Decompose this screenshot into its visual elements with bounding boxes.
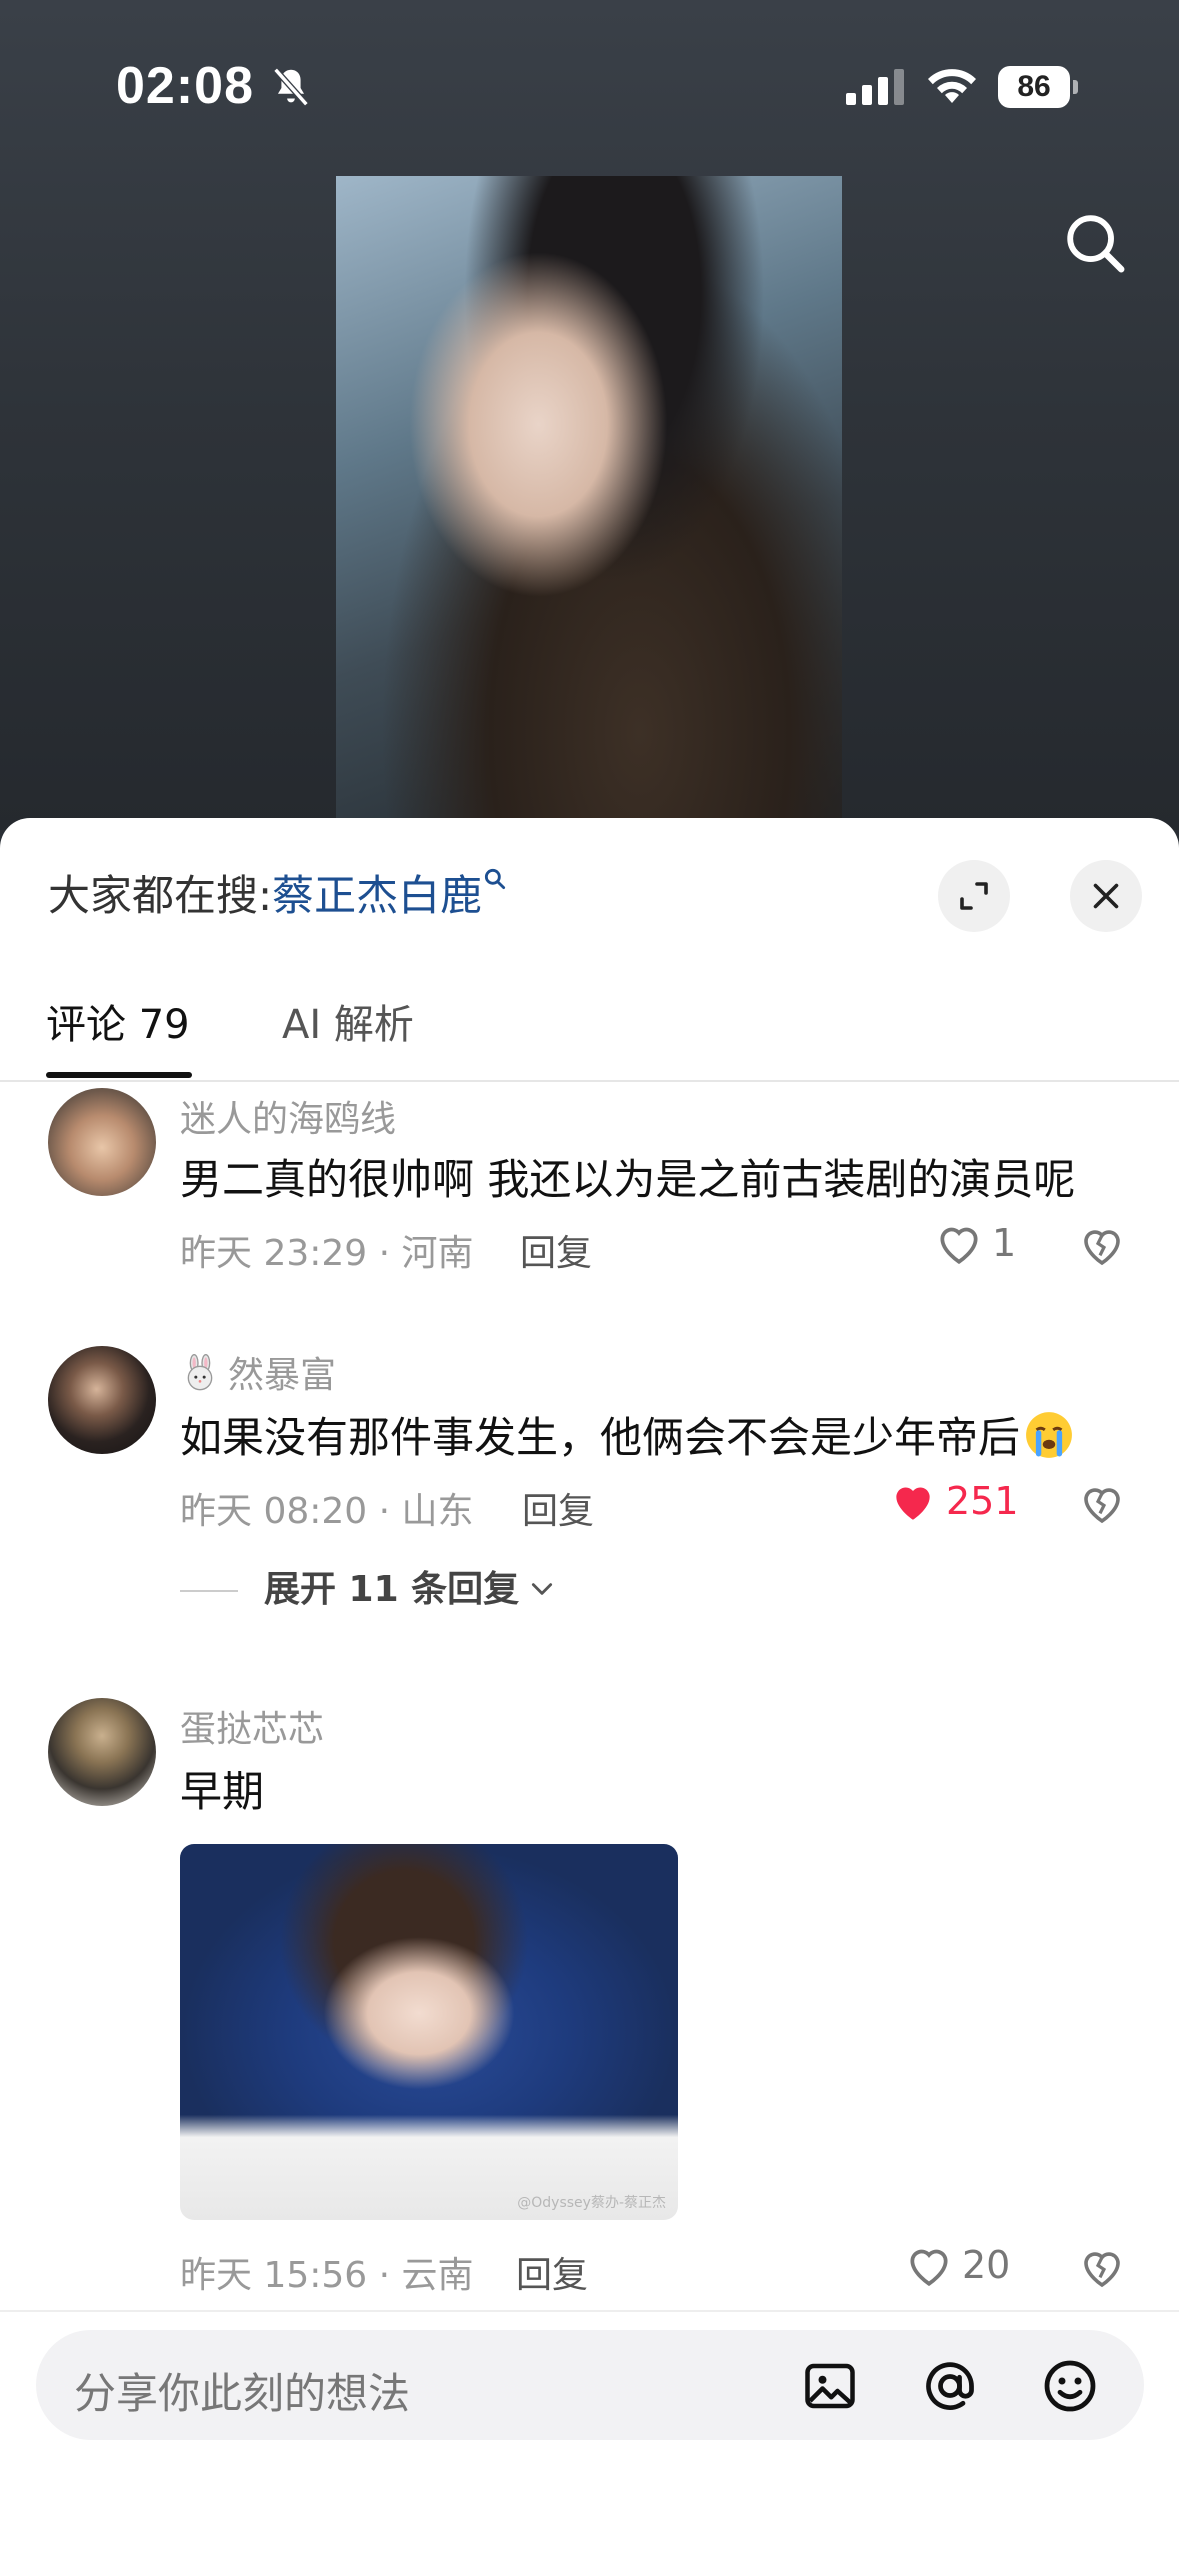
like-button[interactable]: 20 — [904, 2242, 1010, 2288]
rabbit-emoji-icon — [187, 1354, 213, 1391]
tab-ai-analysis[interactable]: AI 解析 — [282, 992, 414, 1050]
tab-bar: 评论 79 AI 解析 — [0, 968, 1179, 1082]
comment-meta: 昨天 23:29 · 河南 — [180, 1233, 474, 1274]
reply-button[interactable]: 回复 — [520, 1224, 592, 1276]
silent-bell-icon — [273, 67, 309, 107]
heart-outline-icon — [910, 2249, 948, 2286]
tab-comments[interactable]: 评论 79 — [46, 992, 190, 1050]
hot-search-term[interactable]: 蔡正杰白鹿 — [272, 871, 482, 920]
comment-username[interactable]: 迷人的海鸥线 — [180, 1090, 396, 1142]
comment-input-placeholder: 分享你此刻的想法 — [74, 2369, 411, 2418]
reply-button[interactable]: 回复 — [522, 1482, 594, 1534]
reply-button[interactable]: 回复 — [516, 2246, 588, 2298]
comment-input-bar: 分享你此刻的想法 — [0, 2310, 1179, 2556]
video-area[interactable]: 02:08 86 — [0, 0, 1179, 830]
comment-input[interactable]: 分享你此刻的想法 — [36, 2330, 1144, 2440]
at-mention-icon[interactable] — [920, 2356, 980, 2416]
battery-level: 86 — [1017, 70, 1051, 103]
like-count: 20 — [962, 2243, 1011, 2287]
comment-text: 男二真的很帅啊 我还以为是之前古装剧的演员呢 — [180, 1155, 1076, 1204]
status-bar: 02:08 86 — [0, 0, 1179, 170]
emoji-icon[interactable] — [1040, 2356, 1100, 2416]
comment-username[interactable]: 蛋挞芯芯 — [180, 1700, 324, 1752]
video-frame[interactable] — [336, 176, 842, 830]
like-button[interactable]: 1 — [934, 1220, 1016, 1266]
divider-line — [180, 1590, 238, 1592]
avatar[interactable] — [48, 1346, 156, 1454]
heart-filled-icon — [896, 1487, 930, 1520]
like-button[interactable]: 251 — [888, 1478, 1019, 1524]
image-icon[interactable] — [800, 2356, 860, 2416]
expand-replies-button[interactable]: 展开 11 条回复 — [180, 1560, 555, 1612]
heart-outline-icon — [940, 1227, 978, 1264]
avatar[interactable] — [48, 1698, 156, 1806]
crying-emoji-icon — [1026, 1412, 1072, 1458]
comment-sheet: 大家都在搜:蔡正杰白鹿 评论 79 AI 解析 迷人的海鸥线 男二真的很帅啊 我… — [0, 818, 1179, 2556]
search-icon[interactable] — [1060, 208, 1130, 278]
close-icon — [1093, 883, 1119, 909]
broken-heart-icon[interactable] — [1078, 1480, 1126, 1526]
comment-text-body: 如果没有那件事发生，他俩会不会是少年帝后 — [180, 1413, 1021, 1462]
expand-replies-label: 展开 11 条回复 — [264, 1569, 520, 1610]
wifi-icon — [928, 69, 976, 103]
hot-search[interactable]: 大家都在搜:蔡正杰白鹿 — [48, 862, 508, 923]
expand-button[interactable] — [938, 860, 1010, 932]
comment-meta: 昨天 15:56 · 云南 — [180, 2255, 474, 2296]
hot-search-prefix: 大家都在搜: — [48, 871, 273, 920]
comment-meta: 昨天 08:20 · 山东 — [180, 1491, 474, 1532]
close-button[interactable] — [1070, 860, 1142, 932]
avatar[interactable] — [48, 1088, 156, 1196]
image-watermark: @Odyssey蔡办-蔡正杰 — [517, 2195, 666, 2211]
active-tab-indicator — [46, 1072, 192, 1078]
cell-signal-icon — [846, 69, 904, 105]
battery-indicator: 86 — [998, 66, 1078, 108]
status-time: 02:08 — [116, 57, 254, 115]
like-count: 1 — [992, 1221, 1017, 1265]
sheet-header: 大家都在搜:蔡正杰白鹿 — [0, 818, 1179, 932]
broken-heart-icon[interactable] — [1078, 1222, 1126, 1268]
like-count: 251 — [946, 1479, 1019, 1523]
mini-search-icon — [485, 868, 506, 890]
comment-text: 如果没有那件事发生，他俩会不会是少年帝后 — [180, 1404, 1074, 1465]
comment-text: 早期 — [180, 1767, 265, 1816]
broken-heart-icon[interactable] — [1078, 2244, 1126, 2290]
chevron-down-icon — [532, 1583, 553, 1595]
comment-username-text: 然暴富 — [228, 1355, 337, 1396]
comment-image[interactable]: @Odyssey蔡办-蔡正杰 — [180, 1844, 678, 2220]
comment-username[interactable]: 然暴富 — [180, 1346, 336, 1398]
expand-icon — [960, 882, 988, 910]
